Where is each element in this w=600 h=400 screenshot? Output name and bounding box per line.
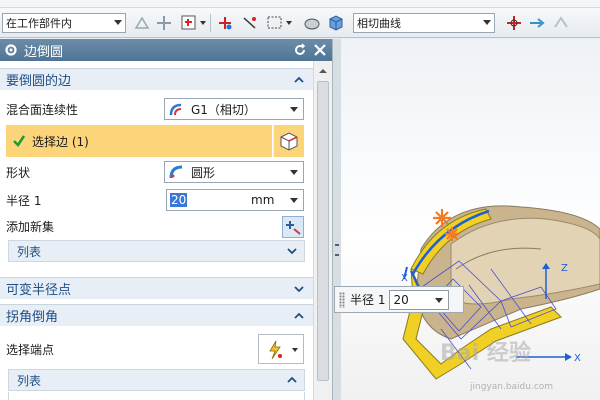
drag-handle-icon[interactable] — [339, 291, 345, 308]
body-cube-icon[interactable] — [327, 14, 345, 32]
radius-unit: mm — [251, 193, 275, 207]
splitter-grip-icon[interactable] — [335, 244, 339, 256]
list-expander-2[interactable]: 列表 — [8, 369, 305, 391]
select-endpoint-label: 选择端点 — [6, 342, 55, 357]
shape-value: 圆形 — [191, 165, 216, 180]
blend-continuity-dropdown[interactable]: G1（相切） — [164, 98, 304, 120]
on-screen-radius-input[interactable]: 半径 1 20 — [334, 286, 464, 313]
curve-rule-value: 相切曲线 — [357, 17, 401, 30]
shape-label: 形状 — [6, 165, 31, 180]
popup-radius-label: 半径 1 — [350, 293, 386, 307]
reset-icon[interactable] — [292, 42, 308, 58]
chevron-down-icon — [292, 348, 298, 352]
cube-icon — [280, 132, 298, 151]
point-dialog-icon[interactable] — [180, 14, 198, 32]
check-icon — [13, 135, 26, 147]
section-corner-title: 拐角倒角 — [6, 310, 59, 325]
radius-value: 20 — [170, 193, 188, 207]
axis-x-label: X — [574, 353, 581, 364]
follow-fillet-icon[interactable] — [528, 14, 546, 32]
blend-continuity-label: 混合面连续性 — [6, 102, 79, 117]
section-edges-to-blend[interactable]: 要倒圆的边 — [0, 68, 313, 90]
section-variable-title: 可变半径点 — [6, 283, 72, 298]
select-edge-cube-button[interactable] — [273, 125, 304, 157]
snap-point-icon[interactable] — [133, 14, 151, 32]
selection-filter-dropdown[interactable]: 在工作部件内 — [2, 13, 126, 33]
add-new-set-label: 添加新集 — [6, 219, 55, 234]
endpoint-flash-icon — [269, 340, 282, 360]
chevron-up-icon — [287, 376, 297, 383]
chevron-down-icon — [294, 286, 304, 293]
select-edge-row[interactable]: 选择边 (1) — [6, 125, 272, 157]
scroll-up-icon[interactable] — [316, 64, 330, 78]
g1-tangent-icon — [169, 103, 182, 116]
list-body-2 — [8, 392, 305, 400]
shape-dropdown[interactable]: 圆形 — [164, 161, 304, 183]
dialog-scrollbar[interactable] — [313, 61, 332, 400]
radius-input[interactable]: 20 mm — [166, 189, 304, 211]
chevron-up-icon — [294, 312, 304, 319]
hide-icon[interactable] — [303, 14, 321, 32]
gear-icon[interactable] — [4, 43, 18, 57]
chevron-down-icon — [483, 20, 491, 25]
chevron-down-icon — [435, 297, 444, 303]
curve-rule-dropdown[interactable]: 相切曲线 — [353, 13, 495, 33]
chevron-up-icon — [294, 76, 304, 83]
list-expander-1[interactable]: 列表 — [8, 240, 305, 262]
section-edges-title: 要倒圆的边 — [6, 74, 72, 89]
scroll-thumb[interactable] — [317, 81, 329, 381]
chevron-down-icon — [290, 198, 298, 203]
watermark-logo: Bai 经验 — [440, 341, 531, 366]
dialog-title-bar: 边倒圆 — [0, 39, 332, 61]
select-endpoint-button[interactable] — [258, 334, 304, 364]
add-new-set-button[interactable] — [282, 216, 304, 238]
menu-bar-strip — [0, 0, 600, 8]
popup-radius-value: 20 — [393, 292, 409, 307]
feature-curves-icon[interactable] — [552, 14, 570, 32]
rectangle-select-icon[interactable] — [266, 14, 284, 32]
chevron-down-icon — [290, 170, 298, 175]
add-set-icon — [286, 221, 301, 235]
popup-radius-dropdown[interactable]: 20 — [389, 289, 450, 310]
list-label-1: 列表 — [17, 244, 42, 259]
axis-x-label-left: X — [401, 273, 408, 284]
chevron-down-icon[interactable] — [200, 21, 206, 25]
watermark-url: jingyan.baidu.com — [470, 382, 554, 392]
axis-z-label: Z — [561, 263, 568, 274]
selection-toolbar: 在工作部件内 相切曲线 — [0, 8, 600, 38]
chevron-down-icon — [114, 20, 122, 25]
chevron-down-icon[interactable] — [286, 21, 292, 25]
chevron-down-icon — [287, 248, 297, 255]
edge-blend-dialog: 边倒圆 要倒圆的边 混合面连续性 G1（相切） 选择边 (1) 形状 圆形 半径… — [0, 39, 333, 400]
infer-icon[interactable] — [241, 14, 259, 32]
section-variable-radius[interactable]: 可变半径点 — [0, 277, 313, 299]
selection-filter-value: 在工作部件内 — [6, 17, 72, 30]
panel-splitter[interactable] — [333, 39, 341, 400]
add-new-set-row: 添加新集 — [0, 213, 313, 239]
move-icon[interactable] — [155, 14, 173, 32]
blend-continuity-value: G1（相切） — [191, 102, 256, 117]
section-corner-setback[interactable]: 拐角倒角 — [0, 304, 313, 326]
circular-shape-icon — [169, 165, 183, 179]
select-edge-label: 选择边 (1) — [32, 134, 89, 149]
close-icon[interactable] — [312, 42, 328, 58]
list-label-2: 列表 — [17, 373, 42, 388]
radius-label: 半径 1 — [6, 193, 42, 208]
quick-pick-icon[interactable] — [216, 14, 234, 32]
dialog-title: 边倒圆 — [24, 44, 64, 60]
stop-at-intersection-icon[interactable] — [505, 14, 523, 32]
chevron-down-icon — [290, 107, 298, 112]
